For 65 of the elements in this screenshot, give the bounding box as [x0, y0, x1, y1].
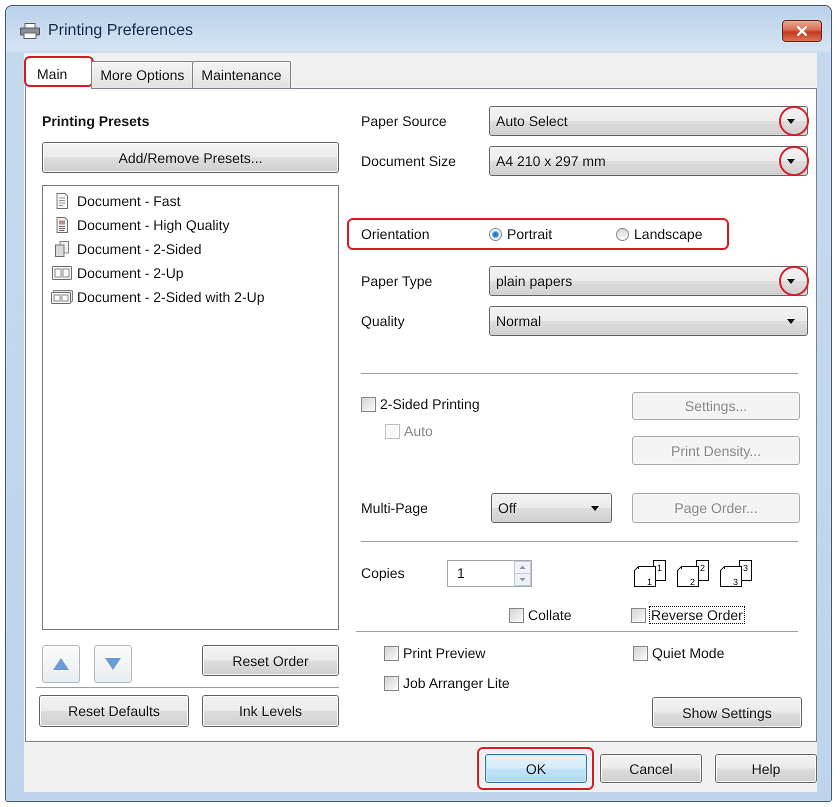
dialog-button[interactable]: Help — [715, 754, 817, 783]
close-icon — [797, 26, 807, 36]
dialog-action-button[interactable]: Ink Levels — [202, 695, 339, 727]
preset-item[interactable]: Document - Fast — [77, 193, 180, 209]
checkbox[interactable] — [384, 646, 399, 660]
stacked-pages-icon — [54, 241, 70, 257]
move-down-button[interactable] — [94, 645, 132, 683]
field-label: Multi-Page — [361, 500, 429, 516]
dialog-action-button[interactable]: Reset Defaults — [39, 695, 189, 727]
dropdown-arrow-icon — [787, 158, 795, 164]
reset-order-button[interactable]: Reset Order — [202, 645, 339, 676]
field-label: Orientation — [361, 226, 430, 242]
preset-item[interactable]: Document - 2-Up — [77, 265, 184, 281]
copies-field[interactable]: 1 — [447, 560, 532, 586]
field-label: Paper Source — [361, 113, 448, 129]
field-label: Quality — [361, 313, 406, 329]
radio-label: Portrait — [507, 226, 552, 242]
checkbox-label: Print Preview — [403, 645, 486, 661]
dropdown-arrow-icon — [787, 118, 795, 124]
dialog-button[interactable]: Cancel — [600, 754, 702, 783]
checkbox-label: Auto — [404, 423, 433, 439]
radio-button[interactable] — [489, 228, 502, 240]
up-triangle-icon — [53, 658, 69, 670]
close-button[interactable] — [782, 20, 822, 42]
dropdown-arrow-icon — [787, 318, 795, 324]
dropdown[interactable]: A4 210 x 297 mm — [489, 146, 808, 176]
show-settings-button[interactable]: Show Settings — [652, 697, 802, 728]
field-label: Paper Type — [361, 273, 434, 289]
spin-arrows-icon[interactable] — [514, 560, 531, 586]
down-triangle-icon — [105, 658, 121, 670]
dropdown[interactable]: Auto Select — [489, 106, 808, 136]
checkbox-label: 2-Sided Printing — [380, 396, 480, 412]
two-pages-icon — [52, 266, 72, 280]
dropdown[interactable]: plain papers — [489, 266, 808, 296]
move-up-button[interactable] — [42, 645, 80, 683]
preset-item[interactable]: Document - 2-Sided — [77, 241, 202, 257]
dense-page-icon — [54, 217, 70, 233]
checkbox[interactable] — [361, 396, 376, 412]
dropdown-arrow-icon — [787, 278, 795, 284]
wide-two-pages-icon — [51, 290, 73, 304]
field-label: Document Size — [361, 153, 457, 169]
radio-button[interactable] — [616, 228, 629, 240]
section-title: Printing Presets — [42, 112, 150, 130]
dropdown[interactable]: Normal — [489, 306, 808, 336]
preset-item[interactable]: Document - High Quality — [77, 217, 230, 233]
dropdown-arrow-icon — [591, 506, 599, 510]
radio-label: Landscape — [634, 226, 703, 242]
printer-icon — [20, 23, 40, 39]
checkbox[interactable] — [509, 608, 524, 622]
checkbox[interactable] — [384, 676, 399, 690]
dialog-button[interactable]: OK — [485, 754, 587, 783]
add-remove-presets-button[interactable]: Add/Remove Presets... — [42, 142, 339, 173]
checkbox-label: Reverse Order — [650, 607, 744, 623]
checkbox-label: Quiet Mode — [652, 645, 724, 661]
checkbox[interactable] — [633, 646, 648, 660]
window-title: Printing Preferences — [48, 22, 194, 40]
field-label: Copies — [361, 565, 406, 581]
dropdown[interactable]: Off — [491, 493, 612, 523]
page-icon — [54, 193, 70, 209]
preset-item[interactable]: Document - 2-Sided with 2-Up — [77, 289, 265, 305]
tab[interactable]: Maintenance — [192, 61, 291, 88]
checkbox-label: Job Arranger Lite — [403, 675, 510, 691]
checkbox-label: Collate — [528, 607, 572, 623]
checkbox[interactable] — [631, 608, 646, 622]
tab[interactable]: More Options — [91, 61, 194, 88]
